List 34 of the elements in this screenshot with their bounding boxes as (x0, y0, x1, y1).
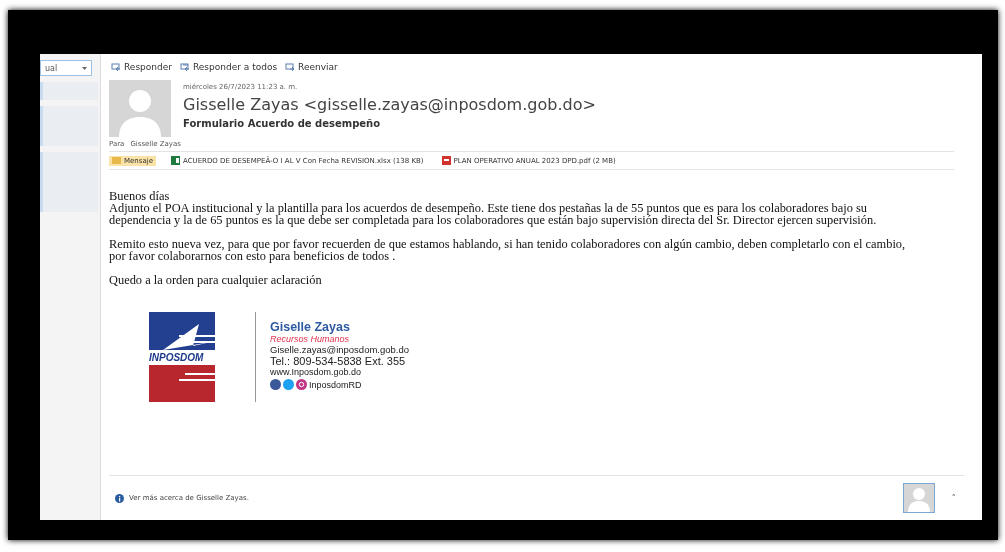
reply-button[interactable]: Responder (111, 60, 172, 74)
sidebar-item[interactable] (40, 106, 98, 146)
forward-button[interactable]: Reenviar (285, 60, 338, 74)
avatar-icon (902, 483, 935, 513)
info-icon (115, 493, 124, 503)
sidebar-item[interactable] (40, 82, 98, 100)
instagram-icon (296, 379, 307, 390)
logo-text: INPOSDOM (149, 352, 204, 363)
sidebar-item[interactable] (40, 152, 98, 212)
signature-phone: Tel.: 809-534-5838 Ext. 355 (270, 355, 407, 367)
reply-icon (111, 63, 121, 71)
reply-all-icon (179, 63, 190, 71)
signature-email: Giselle.zayas@inposdom.gob.do (270, 344, 410, 355)
body-text: Buenos días (109, 190, 171, 202)
body-text: Quedo a la orden para cualquier aclaración (109, 274, 323, 286)
pdf-icon (441, 156, 451, 165)
spreadsheet-icon (171, 156, 180, 165)
envelope-icon (112, 157, 121, 164)
view-dropdown[interactable]: ual (40, 60, 92, 76)
sender-name: Gisselle Zayas <gisselle.zayas@inposdom.gob.do> (183, 95, 596, 114)
signature-name: Giselle Zayas (270, 320, 351, 334)
twitter-icon (283, 379, 294, 390)
collapse-button[interactable]: ˄ (951, 493, 956, 503)
signature-role: Recursos Humanos (270, 334, 351, 344)
email-subject: Formulario Acuerdo de desempeño (183, 118, 382, 129)
signature-website: www.Inposdom.gob.do (270, 367, 363, 377)
avatar-icon (109, 80, 171, 137)
social-handle: InposdomRD (309, 379, 362, 390)
body-text: Adjunto el POA institucional y la plantilla para los acuerdos de desempeño. Este tiene dos pestañas la de 55 puntos que es para los colaboradores bajo su dependencia y la de 65 puntos es la que debe ser completada para los colaboradores que están bajo supervisión directa del Sr. Director ejercen supervisión. (109, 202, 878, 226)
forward-icon (285, 63, 296, 71)
facebook-icon (270, 379, 281, 390)
caret-icon (82, 66, 87, 70)
body-text: Remito esto nueva vez, para que por favor recuerden de que estamos hablando, si han tenido colaboradores con algún cambio, deben completarlo con el cambio, por favor colaborarnos con esto para beneficios de todos . (109, 238, 907, 262)
reply-all-button[interactable]: Responder a todos (179, 60, 278, 74)
